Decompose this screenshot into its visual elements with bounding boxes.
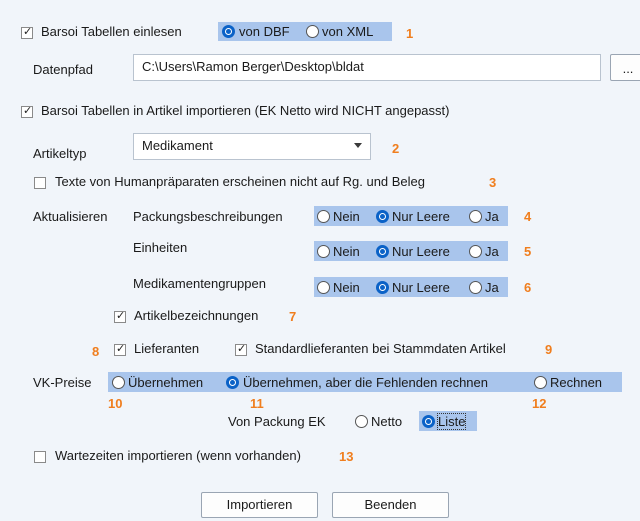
packaging-ja-label: Ja (485, 209, 499, 224)
read-tables-label: Barsoi Tabellen einlesen (41, 24, 182, 39)
drug-groups-radio-ja[interactable] (469, 281, 482, 294)
radio-xml[interactable] (306, 25, 319, 38)
sales-adopt-label: Übernehmen (128, 375, 204, 390)
ek-radio-netto[interactable] (355, 415, 368, 428)
datapath-input[interactable]: C:\Users\Ramon Berger\Desktop\bldat (133, 54, 601, 81)
marker-11: 11 (250, 396, 264, 411)
texts-label: Texte von Humanpräparaten erscheinen nic… (55, 174, 426, 189)
article-type-value: Medikament (142, 138, 213, 153)
sales-radio-adopt-calc[interactable] (226, 376, 239, 389)
packaging-radio-ja[interactable] (469, 210, 482, 223)
units-label: Einheiten (133, 240, 188, 255)
ek-liste-label: Liste (436, 413, 467, 430)
marker-4: 4 (524, 209, 532, 224)
packaging-radio-nur-leere[interactable] (376, 210, 389, 223)
drug-groups-radio-nur-leere[interactable] (376, 281, 389, 294)
suppliers-checkbox[interactable]: ✓ (114, 342, 126, 356)
suppliers-label: Lieferanten (134, 341, 200, 356)
from-package-ek-label: Von Packung EK (228, 414, 326, 429)
packaging-nein-label: Nein (333, 209, 360, 224)
datapath-label: Datenpfad (33, 62, 93, 77)
article-type-select[interactable]: Medikament (133, 133, 371, 160)
waiting-times-label: Wartezeiten importieren (wenn vorhanden) (55, 448, 301, 463)
import-articles-label: Barsoi Tabellen in Artikel importieren (… (41, 103, 450, 118)
radio-xml-label: von XML (322, 24, 374, 39)
drug-groups-label: Medikamentengruppen (133, 276, 266, 291)
drug-groups-radio-nein[interactable] (317, 281, 330, 294)
article-names-checkbox[interactable]: ✓ (114, 309, 126, 323)
texts-checkbox[interactable] (34, 177, 46, 189)
standard-suppliers-checkbox[interactable]: ✓ (235, 342, 247, 356)
read-tables-checkbox[interactable]: ✓ (21, 25, 33, 39)
sales-calc-label: Rechnen (550, 375, 603, 390)
packaging-desc-label: Packungsbeschreibungen (133, 209, 283, 224)
marker-8: 8 (92, 344, 100, 359)
article-type-label: Artikeltyp (33, 146, 87, 161)
units-radio-nein[interactable] (317, 245, 330, 258)
radio-dbf[interactable] (222, 25, 235, 38)
ek-netto-label: Netto (371, 414, 403, 429)
marker-9: 9 (545, 342, 553, 357)
import-articles-checkbox[interactable]: ✓ (21, 104, 33, 118)
check-icon: ✓ (116, 342, 126, 355)
standard-suppliers-label: Standardlieferanten bei Stammdaten Artik… (255, 341, 506, 356)
marker-6: 6 (524, 280, 532, 295)
marker-12: 12 (532, 396, 547, 411)
update-label: Aktualisieren (33, 209, 108, 224)
ek-radio-liste[interactable] (422, 415, 435, 428)
units-ja-label: Ja (485, 244, 499, 259)
import-button[interactable]: Importieren (201, 492, 318, 518)
check-icon: ✓ (23, 104, 33, 117)
marker-5: 5 (524, 244, 532, 259)
marker-10: 10 (108, 396, 123, 411)
units-radio-ja[interactable] (469, 245, 482, 258)
article-names-label: Artikelbezeichnungen (134, 308, 259, 323)
close-button[interactable]: Beenden (332, 492, 449, 518)
units-nur-leere-label: Nur Leere (392, 244, 450, 259)
packaging-radio-nein[interactable] (317, 210, 330, 223)
check-icon: ✓ (237, 342, 247, 355)
check-icon: ✓ (116, 309, 126, 322)
sales-adopt-calc-label: Übernehmen, aber die Fehlenden rechnen (243, 375, 489, 390)
sales-radio-adopt[interactable] (112, 376, 125, 389)
units-nein-label: Nein (333, 244, 360, 259)
marker-13: 13 (339, 449, 354, 464)
drug-groups-ja-label: Ja (485, 280, 499, 295)
check-icon: ✓ (23, 25, 33, 38)
sales-radio-calc[interactable] (534, 376, 547, 389)
marker-7: 7 (289, 309, 297, 324)
sales-prices-label: VK-Preise (33, 375, 92, 390)
marker-2: 2 (392, 141, 400, 156)
radio-dbf-label: von DBF (239, 24, 290, 39)
marker-1: 1 (406, 26, 414, 41)
packaging-nur-leere-label: Nur Leere (392, 209, 450, 224)
browse-button[interactable]: ... (610, 54, 640, 81)
waiting-times-checkbox[interactable] (34, 451, 46, 463)
drug-groups-nur-leere-label: Nur Leere (392, 280, 450, 295)
drug-groups-nein-label: Nein (333, 280, 360, 295)
marker-3: 3 (489, 175, 497, 190)
chevron-down-icon (354, 143, 362, 148)
units-radio-nur-leere[interactable] (376, 245, 389, 258)
